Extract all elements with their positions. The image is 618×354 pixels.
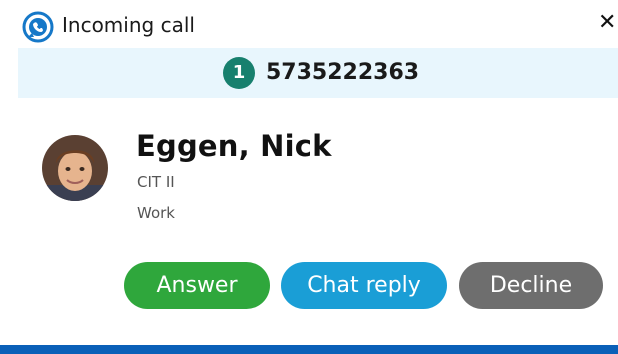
softphone-app-icon [22,11,54,43]
answer-button[interactable]: Answer [124,262,270,309]
close-button[interactable]: ✕ [598,9,618,37]
decline-button[interactable]: Decline [459,262,603,309]
caller-number-banner: 1 5735222363 [18,48,618,98]
title-bar: Incoming call ✕ [0,0,618,48]
caller-name: Eggen, Nick [136,129,332,163]
chat-reply-button[interactable]: Chat reply [281,262,447,309]
window-title: Incoming call [62,13,195,37]
caller-job-title: CIT II [137,173,175,191]
phone-number: 5735222363 [266,60,420,85]
contact-avatar [42,135,108,201]
caller-number-label: Work [137,204,175,222]
bottom-accent-bar [0,345,618,354]
line-number-badge: 1 [223,57,255,89]
